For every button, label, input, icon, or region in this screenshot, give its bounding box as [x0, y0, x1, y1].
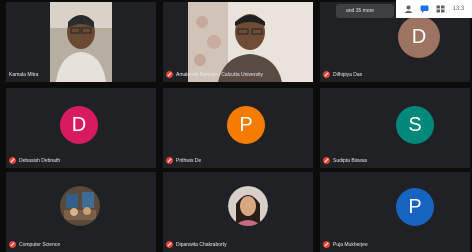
mic-off-icon [9, 157, 16, 164]
more-participants-pill[interactable]: and 35 more [336, 4, 394, 18]
participant-tile[interactable]: S Sudipta Biswas [320, 88, 470, 168]
more-participants-label: and 35 more [346, 8, 375, 14]
participant-tile[interactable]: Computer Science [6, 172, 156, 252]
participant-name: Computer Science [19, 241, 61, 248]
participant-photo [60, 186, 100, 226]
participant-avatar: S [396, 106, 434, 144]
activities-icon[interactable] [436, 5, 445, 13]
participant-name: Puja Mukherjee [333, 241, 368, 248]
mic-off-icon [166, 71, 173, 78]
participant-avatar: P [396, 188, 434, 226]
meeting-grid: Kamala Mitra Amalendu Banerjee Calcutta … [0, 0, 472, 252]
people-icon[interactable] [404, 5, 413, 13]
clock-time: 13:3 [452, 6, 465, 12]
participant-avatar: D [60, 106, 98, 144]
participant-name: Amalendu Banerjee Calcutta University [176, 71, 263, 78]
participant-tile[interactable]: P Puja Mukherjee [320, 172, 470, 252]
participant-name-row: Kamala Mitra [9, 72, 38, 78]
participant-name: Kamala Mitra [9, 72, 39, 78]
participant-name-row: Sudipta Biswas [323, 157, 367, 164]
mic-off-icon [323, 157, 330, 164]
participant-name-row: Prithwis De [166, 157, 201, 164]
chat-icon[interactable] [420, 5, 429, 13]
participant-tile[interactable]: Kamala Mitra [6, 2, 156, 82]
participant-tile[interactable]: D Debasish Debnath [6, 88, 156, 168]
top-toolbar: 13:3 [396, 0, 472, 18]
participant-name: Prithwis De [176, 157, 202, 164]
participant-photo [228, 186, 268, 226]
participant-name-row: Puja Mukherjee [323, 241, 368, 248]
participant-name-row: Dipanwita Chakraborty [166, 241, 227, 248]
participant-name-row: Dilhipiya Das [323, 71, 362, 78]
mic-off-icon [323, 241, 330, 248]
participant-name-row: Debasish Debnath [9, 157, 60, 164]
participant-name: Debasish Debnath [19, 157, 61, 164]
participant-tile[interactable]: P Prithwis De [163, 88, 313, 168]
participant-name-row: Amalendu Banerjee Calcutta University [166, 71, 263, 78]
participant-tile[interactable]: Dipanwita Chakraborty [163, 172, 313, 252]
participant-avatar: P [227, 106, 265, 144]
participant-name: Dipanwita Chakraborty [176, 241, 227, 248]
participant-tile[interactable]: Amalendu Banerjee Calcutta University [163, 2, 313, 82]
mic-off-icon [166, 157, 173, 164]
participant-video [188, 2, 313, 82]
participant-name: Sudipta Biswas [333, 157, 368, 164]
mic-off-icon [9, 241, 16, 248]
mic-off-icon [166, 241, 173, 248]
participant-avatar: D [398, 16, 440, 58]
participant-name: Dilhipiya Das [333, 71, 363, 78]
participant-video [50, 2, 112, 82]
participant-name-row: Computer Science [9, 241, 60, 248]
mic-off-icon [323, 71, 330, 78]
